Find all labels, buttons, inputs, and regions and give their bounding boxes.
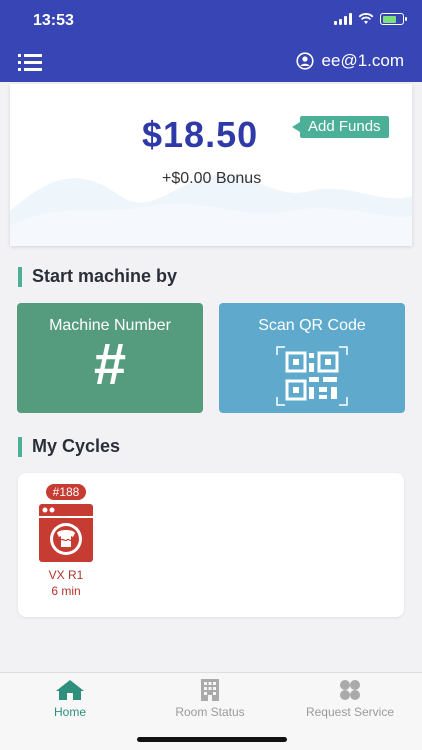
start-machine-heading: Start machine by — [18, 266, 177, 287]
status-bar: 13:53 — [0, 0, 422, 42]
scan-qr-tile[interactable]: Scan QR Code — [219, 303, 405, 413]
cycle-machine-name: VX R1 — [48, 568, 84, 582]
tab-room-status-label: Room Status — [175, 705, 245, 719]
building-icon — [201, 679, 219, 701]
start-machine-title: Start machine by — [32, 266, 178, 286]
machine-number-badge: #188 — [45, 484, 87, 500]
status-icons — [334, 13, 407, 25]
section-accent-bar — [18, 436, 22, 457]
my-cycles-heading: My Cycles — [18, 436, 120, 457]
battery-icon — [380, 13, 407, 25]
cycle-time-remaining: 6 min — [51, 584, 81, 598]
bonus-amount: +$0.00 Bonus — [162, 170, 262, 187]
tab-room-status[interactable]: Room Status — [160, 679, 260, 719]
tab-home[interactable]: Home — [40, 679, 100, 719]
user-icon — [295, 52, 314, 70]
home-indicator — [137, 737, 287, 742]
signal-icon — [334, 13, 352, 25]
washer-icon — [39, 504, 93, 562]
machine-number-tile[interactable]: Machine Number # — [17, 303, 203, 413]
balance-amount: $18.50 — [142, 114, 259, 155]
cycle-item[interactable]: #188 VX R1 6 min — [38, 483, 94, 598]
user-email: ee@1.com — [321, 51, 404, 70]
section-accent-bar — [18, 266, 22, 287]
menu-icon[interactable] — [18, 52, 42, 72]
hash-icon: # — [93, 332, 127, 397]
status-time: 13:53 — [33, 12, 74, 29]
my-cycles-title: My Cycles — [32, 436, 121, 456]
home-icon — [56, 680, 84, 700]
clover-icon — [340, 680, 360, 700]
tab-request-service-label: Request Service — [305, 705, 395, 719]
wifi-icon — [358, 13, 374, 24]
qr-code-icon — [276, 346, 348, 406]
tab-home-label: Home — [53, 705, 86, 719]
app-header: ee@1.com — [0, 42, 422, 82]
user-account-button[interactable]: ee@1.com — [295, 51, 404, 71]
balance-card: $18.50 Add Funds +$0.00 Bonus — [10, 84, 412, 246]
add-funds-button[interactable]: Add Funds — [292, 116, 389, 138]
cycles-card: #188 VX R1 6 min — [18, 473, 404, 617]
tab-request-service[interactable]: Request Service — [290, 679, 410, 719]
scan-qr-label: Scan QR Code — [258, 317, 366, 334]
